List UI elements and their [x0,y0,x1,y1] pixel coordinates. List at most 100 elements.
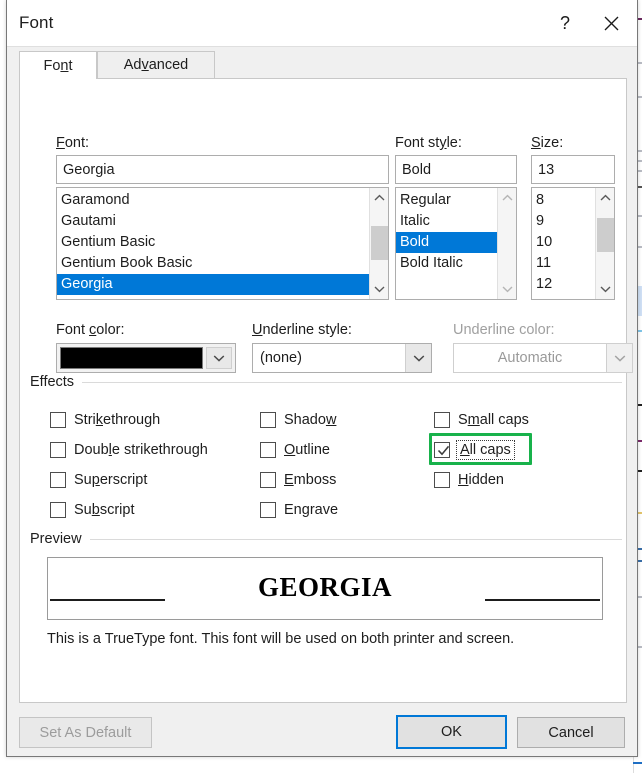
checkbox-box[interactable] [50,502,66,518]
checkbox-box[interactable] [434,412,450,428]
scroll-down-icon[interactable] [498,279,516,299]
ok-button[interactable]: OK [396,715,507,749]
checkbox-label: Shadow [284,412,337,428]
preview-note: This is a TrueType font. This font will … [47,631,515,647]
font-style-value: Bold [402,161,432,178]
scroll-up-icon[interactable] [370,188,388,208]
font-name-value: Georgia [63,161,115,178]
cancel-button[interactable]: Cancel [517,717,625,748]
checkbox-box[interactable] [260,472,276,488]
font-name-input[interactable]: Georgia [56,155,389,184]
font-style-input[interactable]: Bold [395,155,517,184]
list-item-selected[interactable]: Bold [396,232,497,253]
checkbox-double-strikethrough[interactable]: Double strikethrough [50,439,208,461]
checkbox-label: Double strikethrough [74,442,208,458]
checkbox-box[interactable] [260,502,276,518]
scroll-up-icon[interactable] [498,188,516,208]
checkbox-strikethrough[interactable]: Strikethrough [50,409,160,431]
list-item[interactable]: 8 [532,190,595,211]
checkbox-superscript[interactable]: Superscript [50,469,147,491]
checkbox-outline[interactable]: Outline [260,439,330,461]
checkbox-label: Superscript [74,472,148,488]
checkbox-emboss[interactable]: Emboss [260,469,336,491]
font-size-input[interactable]: 13 [531,155,615,184]
list-item[interactable]: Gentium Book Basic [57,253,369,274]
preview-group-heading: Preview [30,531,622,547]
dialog-titlebar[interactable]: Font ? [7,0,637,47]
list-item[interactable]: Garamond [57,190,369,211]
font-name-list[interactable]: Garamond Gautami Gentium Basic Gentium B… [56,187,389,300]
underline-color-label: Underline color: [453,322,555,338]
checkbox-subscript[interactable]: Subscript [50,499,134,521]
effects-separator [82,381,622,383]
list-item[interactable]: 9 [532,211,595,232]
checkbox-small-caps[interactable]: Small caps [434,409,529,431]
list-item-selected[interactable]: Georgia [57,274,369,295]
checkbox-label: All caps [456,440,515,460]
underline-style-select[interactable]: (none) [252,343,432,373]
underline-color-select: Automatic [453,343,633,373]
cancel-label: Cancel [548,724,594,741]
checkbox-engrave[interactable]: Engrave [260,499,338,521]
scroll-thumb[interactable] [371,226,388,260]
underline-color-value: Automatic [497,350,563,366]
chevron-down-icon[interactable] [405,344,431,372]
size-label: Size: [531,135,564,151]
list-item[interactable]: 11 [532,253,595,274]
list-item[interactable]: Bold Italic [396,253,497,274]
font-tab-panel: Font: Font style: Size: Georgia Garamond… [19,78,633,703]
checkbox-label: Small caps [458,412,529,428]
checkbox-box[interactable] [434,442,450,458]
checkbox-label: Outline [284,442,330,458]
checkbox-label: Strikethrough [74,412,161,428]
font-size-scrollbar[interactable] [595,188,614,299]
tab-font[interactable]: Font [19,51,97,79]
font-style-scrollbar[interactable] [497,188,516,299]
font-color-swatch [60,347,203,369]
checkbox-label: Subscript [74,502,135,518]
chevron-down-icon [606,344,632,372]
checkbox-label: Hidden [458,472,504,488]
font-style-list[interactable]: Regular Italic Bold Bold Italic [395,187,517,300]
list-item[interactable]: Regular [396,190,497,211]
dialog-tabs: Font Advanced [7,47,637,79]
checkbox-all-caps[interactable]: All caps [434,439,515,461]
tab-advanced-label: Advanced [123,57,189,73]
scroll-up-icon[interactable] [596,188,614,208]
checkbox-box[interactable] [50,412,66,428]
checkbox-label: Engrave [284,502,339,518]
tab-font-label: Font [43,57,73,74]
chevron-down-icon[interactable] [206,347,232,369]
scroll-down-icon[interactable] [596,279,614,299]
checkbox-box[interactable] [260,412,276,428]
font-size-list[interactable]: 8 9 10 11 12 [531,187,615,300]
list-item[interactable]: 12 [532,274,595,295]
font-label: Font: [56,135,90,151]
font-list-scrollbar[interactable] [369,188,388,299]
set-as-default-button[interactable]: Set As Default [19,717,152,748]
checkbox-box[interactable] [434,472,450,488]
list-item[interactable]: Gautami [57,211,369,232]
checkbox-box[interactable] [50,442,66,458]
font-style-label: Font style: [395,135,462,151]
preview-sample-text: GEORGIA [257,571,393,602]
close-icon[interactable] [589,0,633,47]
font-color-picker[interactable] [56,343,236,373]
tab-advanced[interactable]: Advanced [97,51,215,78]
scroll-thumb[interactable] [597,218,614,252]
checkbox-box[interactable] [50,472,66,488]
scroll-down-icon[interactable] [370,279,388,299]
preview-label: Preview [30,531,82,547]
font-style-list-items: Regular Italic Bold Bold Italic [396,188,497,299]
font-color-label: Font color: [56,322,125,338]
checkbox-box[interactable] [260,442,276,458]
font-size-list-items: 8 9 10 11 12 [532,188,595,299]
checkbox-shadow[interactable]: Shadow [260,409,336,431]
font-size-value: 13 [538,161,555,178]
list-item[interactable]: Gentium Basic [57,232,369,253]
list-item[interactable]: 10 [532,232,595,253]
list-item[interactable]: Italic [396,211,497,232]
help-icon[interactable]: ? [543,0,587,47]
checkbox-hidden[interactable]: Hidden [434,469,504,491]
dialog-title: Font [19,13,54,32]
